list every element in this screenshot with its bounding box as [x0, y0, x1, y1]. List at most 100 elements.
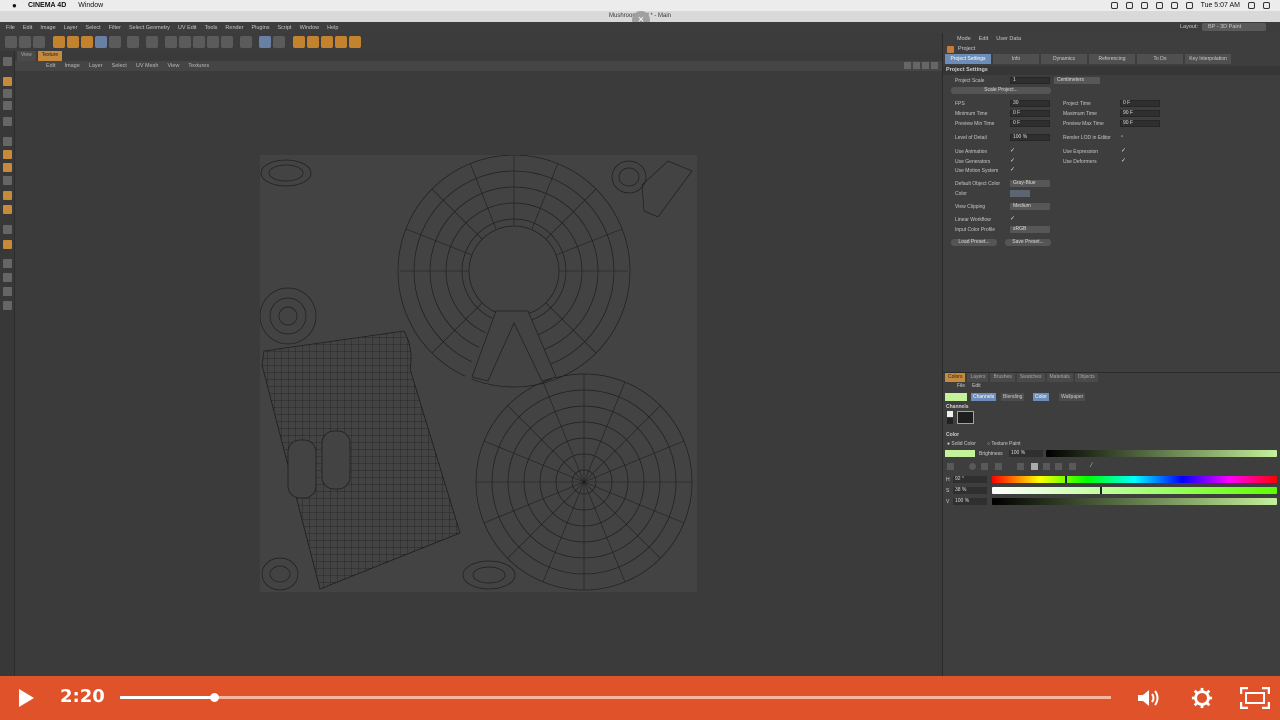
lod-field[interactable]: 100 % [1010, 134, 1050, 141]
tool-icon[interactable] [193, 36, 205, 48]
texture-viewport[interactable] [15, 71, 942, 676]
menu-tools[interactable]: Tools [205, 25, 218, 31]
hue-slider[interactable] [992, 476, 1277, 483]
tool-icon[interactable] [207, 36, 219, 48]
menu-select-geometry[interactable]: Select Geometry [129, 25, 170, 31]
tool-icon[interactable] [3, 89, 12, 98]
fit-icon[interactable] [922, 62, 929, 69]
use-motion-checkbox[interactable]: ✓ [1010, 167, 1016, 173]
tool-icon[interactable] [240, 36, 252, 48]
menu-render[interactable]: Render [225, 25, 243, 31]
default-object-color-dropdown[interactable]: Gray-Blue [1010, 180, 1050, 187]
subtab-blending[interactable]: Blending [1001, 393, 1025, 401]
color-wheel-icon[interactable] [969, 463, 976, 470]
menu-image[interactable]: Image [40, 25, 55, 31]
hue-slider-knob[interactable] [1064, 476, 1067, 483]
volume-icon[interactable] [1170, 2, 1178, 9]
channel-white-icon[interactable] [947, 411, 953, 417]
tool-icon[interactable] [221, 36, 233, 48]
max-time-field[interactable]: 90 F [1120, 110, 1160, 117]
solid-color-radio[interactable]: ● Solid Color [947, 441, 976, 447]
tool-icon[interactable] [3, 301, 12, 310]
brightness-slider[interactable] [1046, 450, 1277, 457]
view-menu-image[interactable]: Image [64, 63, 79, 69]
fill-icon[interactable] [3, 150, 12, 159]
tab-materials[interactable]: Materials [1046, 373, 1073, 382]
tool-icon[interactable] [146, 36, 158, 48]
tool-icon[interactable] [179, 36, 191, 48]
zoom-icon[interactable] [904, 62, 911, 69]
view-menu-layer[interactable]: Layer [89, 63, 103, 69]
clock[interactable]: Tue 5:07 AM [1201, 2, 1240, 9]
tool-icon[interactable] [3, 205, 12, 214]
saturation-slider[interactable] [992, 487, 1277, 494]
subtab-channels[interactable]: Channels [971, 393, 997, 401]
tab-brushes[interactable]: Brushes [990, 373, 1015, 382]
tool-icon[interactable] [321, 36, 333, 48]
tool-icon[interactable] [3, 225, 12, 234]
color-tool-icon[interactable] [995, 463, 1002, 470]
menu-filter[interactable]: Filter [109, 25, 121, 31]
tool-icon[interactable] [3, 117, 12, 126]
brightness-field[interactable]: 100 % [1009, 450, 1043, 457]
tool-icon[interactable] [109, 36, 121, 48]
use-expression-checkbox[interactable]: ✓ [1121, 148, 1127, 154]
tool-icon[interactable] [3, 287, 12, 296]
tab-texture[interactable]: Texture [37, 51, 63, 61]
color-tool-icon[interactable] [947, 463, 954, 470]
load-preset-button[interactable]: Load Preset... [951, 239, 997, 246]
attr-menu-edit[interactable]: Edit [979, 36, 988, 42]
tab-swatches[interactable]: Swatches [1016, 373, 1045, 382]
default-color-swatch[interactable] [1010, 190, 1030, 197]
tool-icon[interactable] [33, 36, 45, 48]
fullscreen-icon[interactable] [1240, 687, 1270, 709]
uv-texture-canvas[interactable] [259, 154, 697, 592]
tool-icon[interactable] [3, 101, 12, 110]
play-icon[interactable] [19, 689, 34, 707]
scale-project-button[interactable]: Scale Project... [951, 87, 1051, 94]
tool-icon[interactable] [3, 57, 12, 66]
tab-colors[interactable]: Colors [945, 373, 966, 382]
menu-edit[interactable]: Edit [23, 25, 32, 31]
menu-select[interactable]: Select [85, 25, 100, 31]
tool-icon[interactable] [273, 36, 285, 48]
battery-icon[interactable] [1185, 2, 1193, 9]
tab-info[interactable]: Info [993, 54, 1039, 64]
min-time-field[interactable]: 0 F [1010, 110, 1050, 117]
tab-project-settings[interactable]: Project Settings [945, 54, 991, 64]
scale-tool-icon[interactable] [81, 36, 93, 48]
view-menu-textures[interactable]: Textures [188, 63, 209, 69]
preview-max-field[interactable]: 90 F [1120, 120, 1160, 127]
attr-menu-mode[interactable]: Mode [957, 36, 971, 42]
menu-help[interactable]: Help [327, 25, 338, 31]
saturation-field[interactable]: 38 % [953, 487, 987, 494]
current-color-swatch[interactable] [945, 393, 967, 401]
star-icon[interactable] [3, 240, 12, 249]
eyedropper-icon[interactable]: ⁄ [1091, 463, 1098, 470]
rotate-tool-icon[interactable] [95, 36, 107, 48]
layout-dropdown[interactable]: BP - 3D Paint [1202, 23, 1266, 31]
app-menu[interactable]: CINEMA 4D [28, 2, 66, 9]
tool-icon[interactable] [127, 36, 139, 48]
menu-plugins[interactable]: Plugins [251, 25, 269, 31]
menu-file[interactable]: File [6, 25, 15, 31]
color-tool-icon[interactable] [981, 463, 988, 470]
menu-uv-edit[interactable]: UV Edit [178, 25, 197, 31]
color-tool-icon[interactable] [1043, 463, 1050, 470]
tab-layers[interactable]: Layers [967, 373, 989, 382]
eyedropper-icon[interactable] [3, 259, 12, 268]
move-tool-icon[interactable] [67, 36, 79, 48]
view-menu-uv-mesh[interactable]: UV Mesh [136, 63, 159, 69]
wifi-icon[interactable] [1155, 2, 1163, 9]
tool-icon[interactable] [259, 36, 271, 48]
tool-icon[interactable] [3, 176, 12, 185]
pan-icon[interactable] [913, 62, 920, 69]
brightness-color-swatch[interactable] [945, 450, 975, 457]
fps-field[interactable]: 30 [1010, 100, 1050, 107]
view-clipping-dropdown[interactable]: Medium [1010, 203, 1050, 210]
layout-selector[interactable]: Layout: BP - 3D Paint [1180, 23, 1266, 31]
view-menu-view[interactable]: View [167, 63, 179, 69]
linear-workflow-checkbox[interactable]: ✓ [1010, 216, 1016, 222]
select-tool-icon[interactable] [53, 36, 65, 48]
undo-icon[interactable] [5, 36, 17, 48]
